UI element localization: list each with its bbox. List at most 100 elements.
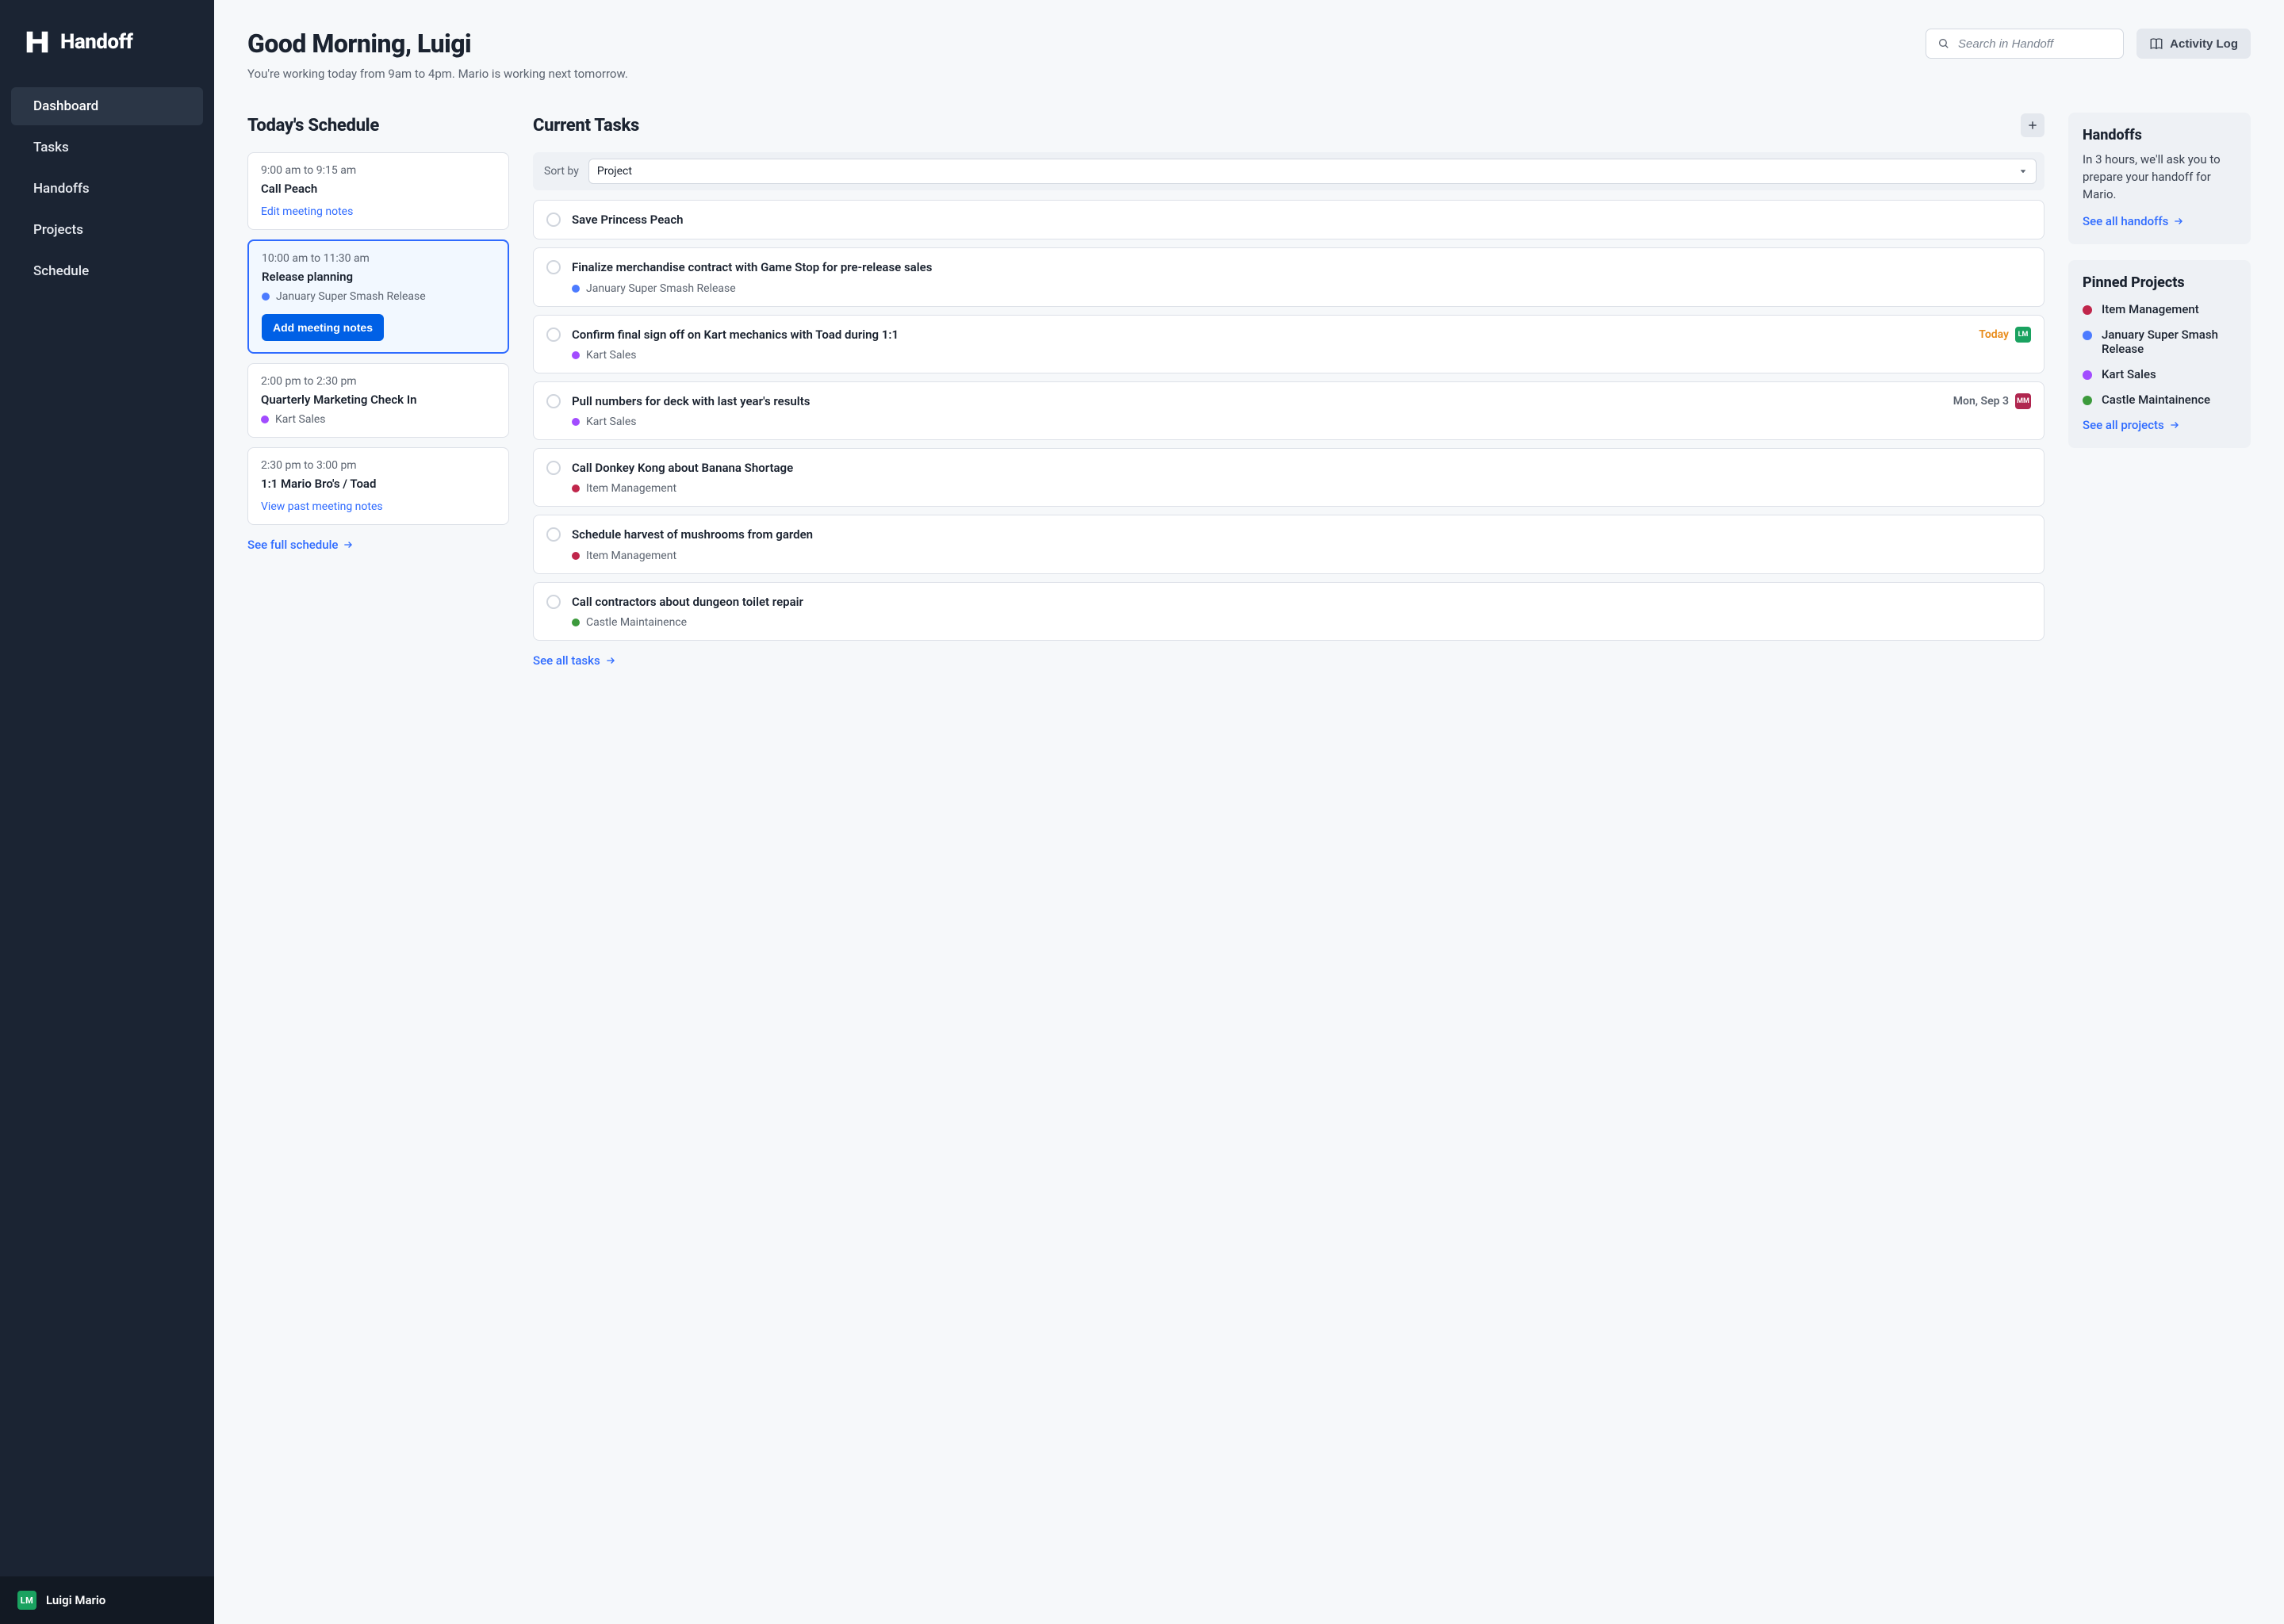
pinned-project-item[interactable]: Castle Maintainence: [2083, 393, 2236, 407]
sort-value: Project: [597, 165, 632, 178]
activity-log-label: Activity Log: [2170, 37, 2238, 51]
project-dot: [572, 619, 580, 626]
schedule-time: 2:30 pm to 3:00 pm: [261, 459, 496, 472]
project-dot: [261, 416, 269, 423]
pinned-project-item[interactable]: Item Management: [2083, 302, 2236, 316]
task-row[interactable]: Pull numbers for deck with last year's r…: [533, 381, 2044, 440]
task-row[interactable]: Schedule harvest of mushrooms from garde…: [533, 515, 2044, 573]
sort-select[interactable]: Project: [588, 159, 2037, 184]
pinned-projects-title: Pinned Projects: [2083, 274, 2236, 291]
sort-label: Sort by: [544, 165, 579, 178]
project-dot: [2083, 370, 2092, 380]
task-checkbox[interactable]: [546, 327, 561, 342]
task-title: Save Princess Peach: [572, 212, 2031, 228]
task-checkbox[interactable]: [546, 595, 561, 609]
project-dot: [2083, 331, 2092, 340]
pinned-project-label: Castle Maintainence: [2102, 393, 2210, 407]
activity-log-button[interactable]: Activity Log: [2136, 29, 2251, 59]
schedule-time: 2:00 pm to 2:30 pm: [261, 375, 496, 388]
schedule-card[interactable]: 2:00 pm to 2:30 pm Quarterly Marketing Ch…: [247, 363, 509, 438]
book-icon: [2149, 36, 2163, 51]
page-subtitle: You're working today from 9am to 4pm. Ma…: [247, 67, 1913, 81]
nav-item-handoffs[interactable]: Handoffs: [11, 170, 203, 208]
primary-nav: Dashboard Tasks Handoffs Projects Schedu…: [0, 87, 214, 290]
see-all-projects-link[interactable]: See all projects: [2083, 418, 2180, 432]
handoffs-panel-title: Handoffs: [2083, 127, 2236, 144]
pinned-project-label: Item Management: [2102, 302, 2199, 316]
schedule-event-title: Call Peach: [261, 182, 496, 196]
arrow-right-icon: [2173, 216, 2184, 227]
search-input-wrapper[interactable]: [1926, 29, 2124, 59]
pinned-project-label: Kart Sales: [2102, 367, 2156, 381]
arrow-right-icon: [605, 655, 616, 666]
task-checkbox[interactable]: [546, 213, 561, 227]
project-dot: [262, 293, 270, 301]
task-row[interactable]: Finalize merchandise contract with Game …: [533, 247, 2044, 306]
handoffs-panel: Handoffs In 3 hours, we'll ask you to pr…: [2068, 113, 2251, 244]
task-due: Today: [1979, 328, 2009, 341]
task-row[interactable]: Call contractors about dungeon toilet re…: [533, 582, 2044, 641]
project-dot: [572, 285, 580, 293]
schedule-event-title: 1:1 Mario Bro's / Toad: [261, 477, 496, 491]
task-checkbox[interactable]: [546, 394, 561, 408]
task-row[interactable]: Call Donkey Kong about Banana Shortage It…: [533, 448, 2044, 507]
task-project: Castle Maintainence: [572, 616, 2031, 629]
task-checkbox[interactable]: [546, 260, 561, 274]
schedule-project: Kart Sales: [261, 413, 496, 426]
logo-icon: [22, 27, 52, 57]
schedule-time: 9:00 am to 9:15 am: [261, 164, 496, 177]
meeting-notes-link[interactable]: View past meeting notes: [261, 500, 383, 513]
schedule-title: Today's Schedule: [247, 116, 379, 136]
task-project: Kart Sales: [572, 349, 2031, 362]
add-meeting-notes-button[interactable]: Add meeting notes: [262, 314, 384, 341]
nav-item-projects[interactable]: Projects: [11, 211, 203, 249]
schedule-time: 10:00 am to 11:30 am: [262, 252, 495, 265]
pinned-projects-panel: Pinned Projects Item Management January S…: [2068, 260, 2251, 448]
schedule-card[interactable]: 2:30 pm to 3:00 pm 1:1 Mario Bro's / Toad…: [247, 447, 509, 525]
logo[interactable]: Handoff: [0, 0, 214, 79]
nav-item-tasks[interactable]: Tasks: [11, 128, 203, 167]
nav-item-dashboard[interactable]: Dashboard: [11, 87, 203, 125]
task-row[interactable]: Save Princess Peach: [533, 200, 2044, 239]
arrow-right-icon: [343, 539, 354, 550]
add-task-button[interactable]: [2021, 113, 2044, 137]
search-icon: [1937, 36, 1950, 51]
task-row[interactable]: Confirm final sign off on Kart mechanics…: [533, 315, 2044, 373]
task-title: Finalize merchandise contract with Game …: [572, 259, 2031, 275]
task-sort-bar: Sort by Project: [533, 152, 2044, 190]
schedule-card[interactable]: 10:00 am to 11:30 am Release planning Janu…: [247, 239, 509, 354]
handoffs-panel-text: In 3 hours, we'll ask you to prepare you…: [2083, 151, 2236, 203]
schedule-event-title: Quarterly Marketing Check In: [261, 393, 496, 407]
task-project: Item Management: [572, 550, 2031, 562]
schedule-card[interactable]: 9:00 am to 9:15 am Call Peach Edit meeting…: [247, 152, 509, 230]
user-name: Luigi Mario: [46, 1593, 105, 1607]
arrow-right-icon: [2169, 419, 2180, 431]
pinned-project-item[interactable]: January Super Smash Release: [2083, 327, 2236, 356]
nav-item-schedule[interactable]: Schedule: [11, 252, 203, 290]
task-project: Kart Sales: [572, 416, 2031, 428]
task-project: January Super Smash Release: [572, 282, 2031, 295]
project-dot: [572, 351, 580, 359]
task-title: Schedule harvest of mushrooms from garde…: [572, 527, 2031, 542]
task-title: Call Donkey Kong about Banana Shortage: [572, 460, 2031, 476]
see-full-schedule-link[interactable]: See full schedule: [247, 538, 354, 552]
page-greeting: Good Morning, Luigi: [247, 29, 1913, 59]
project-dot: [572, 485, 580, 492]
search-input[interactable]: [1958, 37, 2112, 51]
pinned-project-item[interactable]: Kart Sales: [2083, 367, 2236, 381]
task-title: Call contractors about dungeon toilet re…: [572, 594, 2031, 610]
task-checkbox[interactable]: [546, 461, 561, 475]
see-all-tasks-link[interactable]: See all tasks: [533, 653, 616, 668]
task-checkbox[interactable]: [546, 527, 561, 542]
sidebar-user[interactable]: LM Luigi Mario: [0, 1576, 214, 1624]
schedule-project: January Super Smash Release: [262, 290, 495, 303]
task-project: Item Management: [572, 482, 2031, 495]
see-all-handoffs-link[interactable]: See all handoffs: [2083, 214, 2184, 228]
plus-icon: [2026, 119, 2039, 132]
sidebar: Handoff Dashboard Tasks Handoffs Project…: [0, 0, 214, 1624]
meeting-notes-link[interactable]: Edit meeting notes: [261, 205, 353, 218]
user-avatar: LM: [17, 1591, 36, 1610]
project-dot: [572, 418, 580, 426]
task-due: Mon, Sep 3: [1953, 395, 2009, 408]
schedule-event-title: Release planning: [262, 270, 495, 284]
